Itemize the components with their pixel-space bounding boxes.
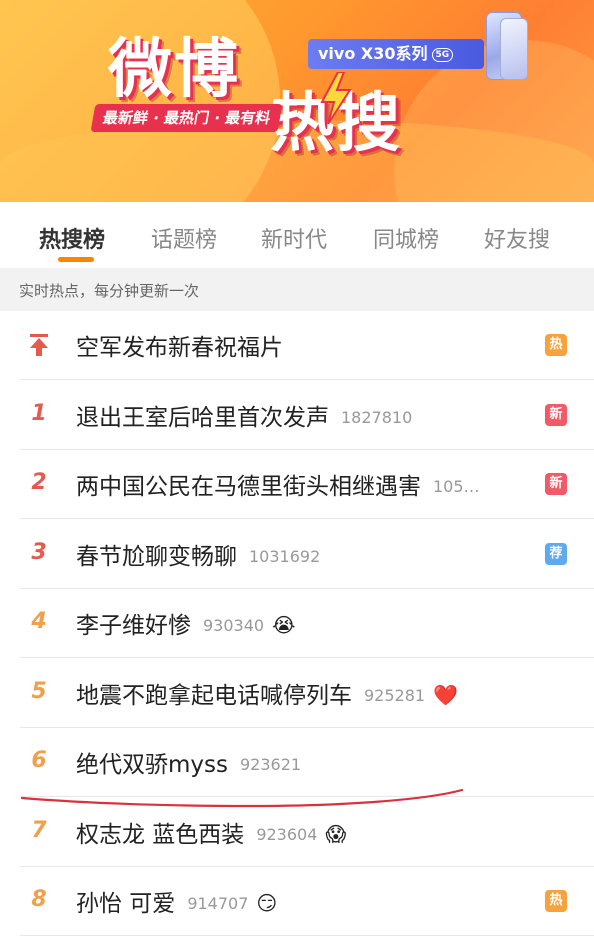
title-text: 绝代双骄myss xyxy=(76,752,228,778)
rank-number: 6 xyxy=(31,748,47,773)
emoji-icon: ❤️ xyxy=(433,682,458,707)
hot-search-row[interactable]: 空军发布新春祝福片 热 xyxy=(0,311,594,380)
title-text: 权志龙 蓝色西装 xyxy=(76,821,245,848)
rank-number: 3 xyxy=(31,539,47,565)
title-text: 空军发布新春祝福片 xyxy=(76,335,283,361)
search-count: 923621 xyxy=(239,755,302,774)
weibo-logo-text: 微博 xyxy=(108,33,240,107)
title-text: 两中国公民在马德里街头相继遇害 xyxy=(76,474,421,500)
rank-number: 7 xyxy=(31,817,47,843)
handwritten-underline xyxy=(20,788,464,808)
hot-search-title[interactable]: 退出王室后哈里首次发声 1827810 xyxy=(76,398,412,432)
status-badge: 新 xyxy=(545,473,567,495)
emoji-icon: 😱 xyxy=(325,821,347,846)
rank-number: 8 xyxy=(31,887,47,912)
status-badge: 热 xyxy=(545,890,567,912)
title-text: 李子维好惨 xyxy=(76,613,191,639)
title-text: 春节尬聊变畅聊 xyxy=(76,543,237,570)
tab-new-era[interactable]: 新时代 xyxy=(261,222,327,254)
hot-search-title[interactable]: 李子维好惨 930340 😭 xyxy=(76,606,295,640)
hot-search-row[interactable]: 5 地震不跑拿起电话喊停列车 925281 ❤️ xyxy=(0,658,594,728)
search-count: 1827810 xyxy=(341,407,413,427)
hot-search-row[interactable]: 4 李子维好惨 930340 😭 xyxy=(0,589,594,658)
hot-search-row[interactable]: 1 退出王室后哈里首次发声 1827810 新 xyxy=(0,380,594,450)
search-count: 925281 xyxy=(364,685,426,705)
5g-badge: 5G xyxy=(431,47,454,62)
hot-search-title[interactable]: 空军发布新春祝福片 xyxy=(76,328,283,362)
hot-search-title[interactable]: 绝代双骄myss 923621 xyxy=(76,745,301,779)
search-count: 1031692 xyxy=(249,546,321,566)
rank-number: 5 xyxy=(31,678,47,704)
update-notice: 实时热点，每分钟更新一次 xyxy=(0,268,594,311)
sponsor-text: vivo X30系列 xyxy=(318,44,428,63)
hot-search-title[interactable]: 孙怡 可爱 914707 😏 xyxy=(76,884,277,918)
hot-search-row[interactable]: 2 两中国公民在马德里街头相继遇害 105… 新 xyxy=(0,450,594,519)
status-badge: 热 xyxy=(545,334,567,356)
title-text: 退出王室后哈里首次发声 xyxy=(76,404,329,431)
pin-top-icon xyxy=(30,334,48,356)
hot-search-banner: 微博 热搜 最新鲜 · 最热门 · 最有料 vivo X30系列 5G xyxy=(0,0,594,202)
hot-search-title[interactable]: 春节尬聊变畅聊 1031692 xyxy=(76,537,320,571)
sponsor-ad[interactable]: vivo X30系列 5G xyxy=(308,39,484,69)
rank-number: 2 xyxy=(31,470,47,495)
tab-local[interactable]: 同城榜 xyxy=(373,222,439,254)
tab-topics[interactable]: 话题榜 xyxy=(151,222,217,254)
status-badge: 荐 xyxy=(545,542,567,565)
search-count: 914707 xyxy=(187,894,249,913)
hot-search-title[interactable]: 两中国公民在马德里街头相继遇害 105… xyxy=(76,467,480,501)
title-text: 孙怡 可爱 xyxy=(76,891,176,917)
hot-search-row[interactable]: 8 孙怡 可爱 914707 😏 热 xyxy=(0,867,594,936)
search-count: 923604 xyxy=(256,824,318,844)
search-count: 105… xyxy=(433,477,480,496)
phone-image-2 xyxy=(500,18,528,80)
banner-tagline: 最新鲜 · 最热门 · 最有料 xyxy=(90,104,283,132)
tab-friends[interactable]: 好友搜 xyxy=(484,222,550,254)
hot-search-row[interactable]: 3 春节尬聊变畅聊 1031692 荐 xyxy=(0,519,594,589)
rank-number: 1 xyxy=(31,400,47,426)
status-badge: 新 xyxy=(545,403,567,426)
search-count: 930340 xyxy=(203,616,265,635)
rank-number: 4 xyxy=(31,609,47,634)
emoji-icon: 😏 xyxy=(256,891,278,915)
row-divider xyxy=(20,935,594,936)
title-text: 地震不跑拿起电话喊停列车 xyxy=(76,682,352,709)
active-tab-indicator xyxy=(58,257,94,262)
hot-search-title[interactable]: 地震不跑拿起电话喊停列车 925281 ❤️ xyxy=(76,676,458,710)
emoji-icon: 😭 xyxy=(272,613,296,637)
lightning-icon xyxy=(320,72,352,124)
tab-hot-search[interactable]: 热搜榜 xyxy=(39,222,105,254)
